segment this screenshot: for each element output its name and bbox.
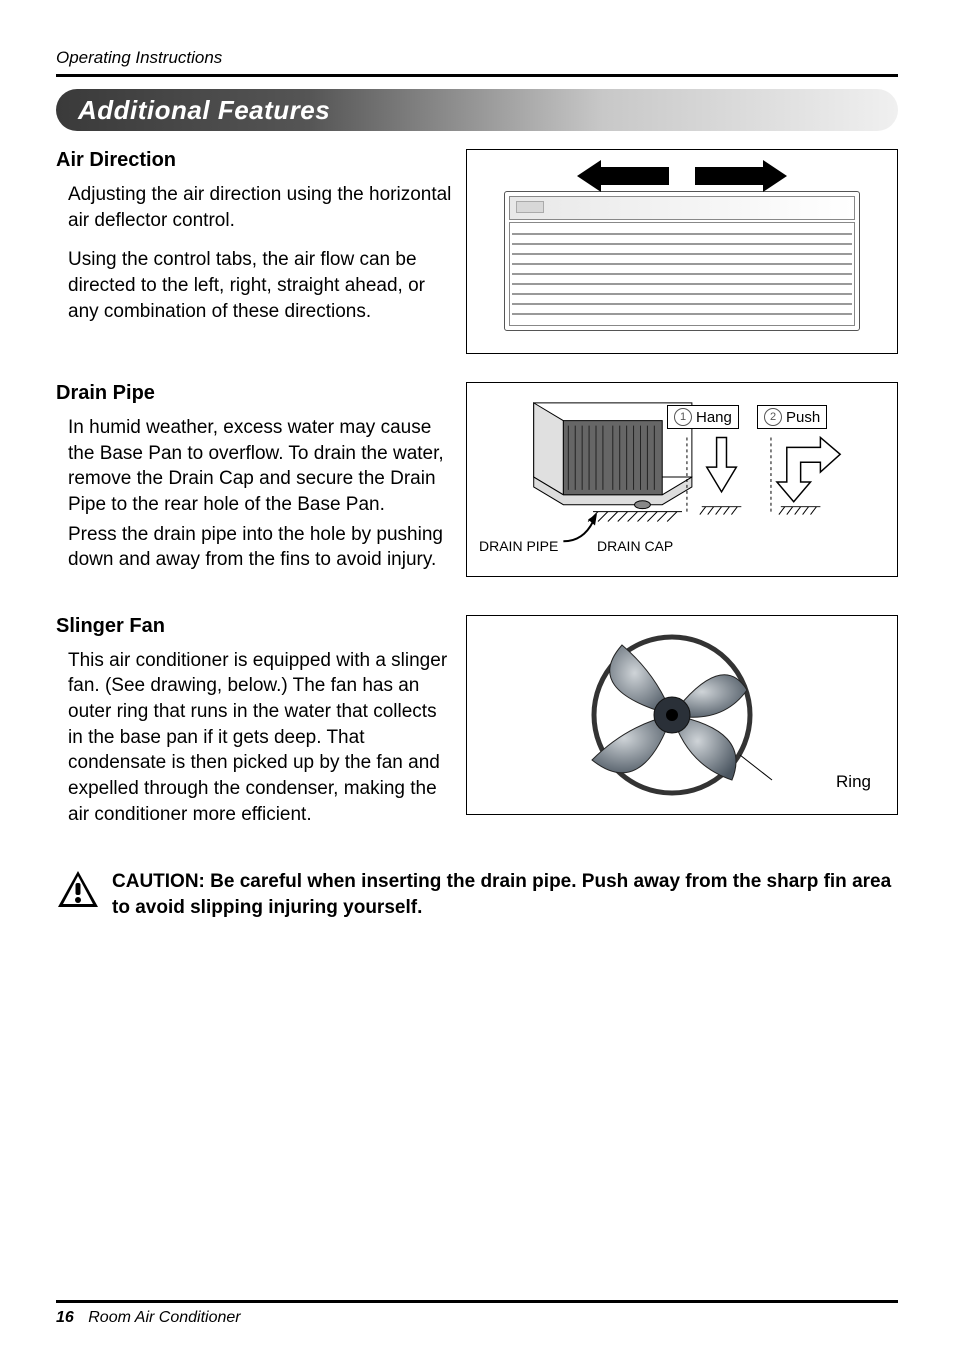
callout-push: 2 Push — [757, 405, 827, 429]
warning-icon — [56, 869, 100, 909]
step-1-icon: 1 — [674, 408, 692, 426]
ac-unit-front-illustration — [504, 191, 859, 331]
para-air-direction-2: Using the control tabs, the air flow can… — [68, 247, 456, 324]
caution-text: CAUTION: Be careful when inserting the d… — [112, 869, 898, 920]
footer: 16 Room Air Conditioner — [56, 1300, 898, 1327]
figure-drain-pipe: 1 Hang 2 Push DRAIN PIPE DRAIN CAP — [466, 382, 898, 577]
label-ring: Ring — [836, 772, 871, 792]
heading-slinger-fan: Slinger Fan — [56, 615, 456, 638]
label-drain-pipe: DRAIN PIPE — [479, 538, 558, 554]
para-drain-pipe-2: Press the drain pipe into the hole by pu… — [68, 522, 456, 573]
page-number: 16 — [56, 1309, 74, 1326]
label-drain-cap: DRAIN CAP — [597, 538, 673, 554]
arrow-right-icon — [695, 167, 765, 185]
footer-title: Room Air Conditioner — [88, 1309, 240, 1326]
arrow-left-icon — [599, 167, 669, 185]
heading-air-direction: Air Direction — [56, 149, 456, 172]
fan-illustration — [572, 630, 792, 800]
caution-body: Be careful when inserting the drain pipe… — [112, 871, 891, 918]
section-slinger-fan: Slinger Fan This air conditioner is equi… — [56, 615, 898, 841]
caution-block: CAUTION: Be careful when inserting the d… — [56, 869, 898, 920]
para-air-direction-1: Adjusting the air direction using the ho… — [68, 182, 456, 233]
heading-drain-pipe: Drain Pipe — [56, 382, 456, 405]
step-2-icon: 2 — [764, 408, 782, 426]
callout-hang-label: Hang — [696, 409, 732, 426]
figure-air-direction — [466, 149, 898, 354]
section-title-bar: Additional Features — [56, 89, 898, 131]
para-slinger-fan: This air conditioner is equipped with a … — [68, 648, 456, 827]
section-title: Additional Features — [78, 95, 330, 126]
callout-hang: 1 Hang — [667, 405, 739, 429]
para-drain-pipe-1: In humid weather, excess water may cause… — [68, 415, 456, 518]
figure-slinger-fan: Ring — [466, 615, 898, 815]
running-head: Operating Instructions — [56, 48, 898, 77]
section-air-direction: Air Direction Adjusting the air directio… — [56, 149, 898, 354]
caution-prefix: CAUTION: — [112, 871, 205, 892]
section-drain-pipe: Drain Pipe In humid weather, excess wate… — [56, 382, 898, 587]
callout-push-label: Push — [786, 409, 820, 426]
